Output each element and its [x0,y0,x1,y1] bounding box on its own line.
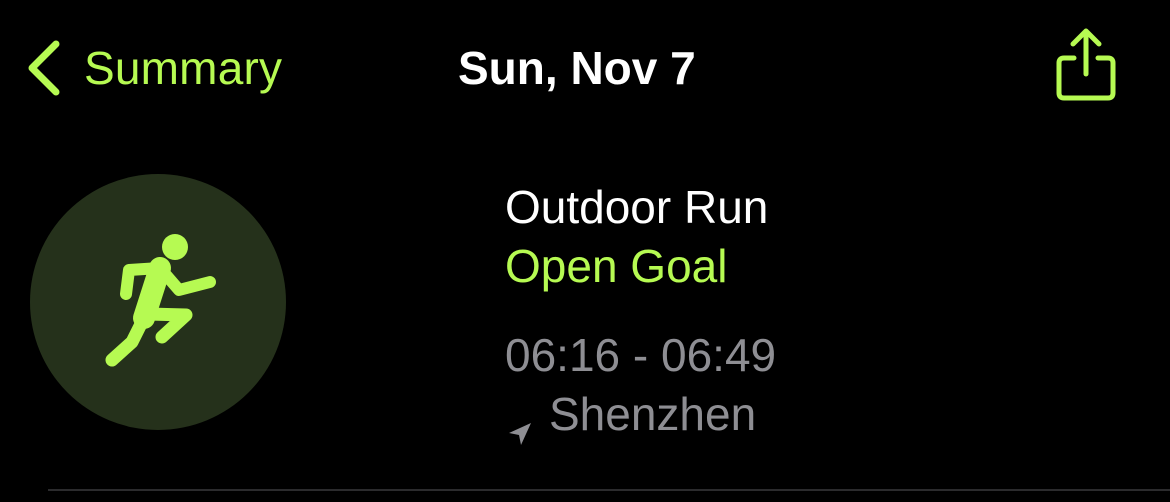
workout-details: Outdoor Run Open Goal 06:16 - 06:49 Shen… [505,178,1145,445]
location: Shenzhen [505,384,1145,445]
location-arrow-icon [507,401,533,445]
workout-type: Outdoor Run [505,181,769,233]
share-icon [1052,28,1120,110]
back-label: Summary [84,42,283,94]
time-range: 06:16 - 06:49 [505,329,777,381]
chevron-left-icon [26,38,62,98]
workout-icon-badge [30,174,286,430]
share-button[interactable] [1052,24,1120,106]
location-label: Shenzhen [549,388,757,440]
divider [48,489,1170,491]
back-button[interactable]: Summary [26,36,282,100]
workout-detail-screen: Summary Sun, Nov 7 Outdoor Run Open Goal… [0,0,1170,502]
page-title: Sun, Nov 7 [458,42,696,94]
goal-type: Open Goal [505,240,728,292]
